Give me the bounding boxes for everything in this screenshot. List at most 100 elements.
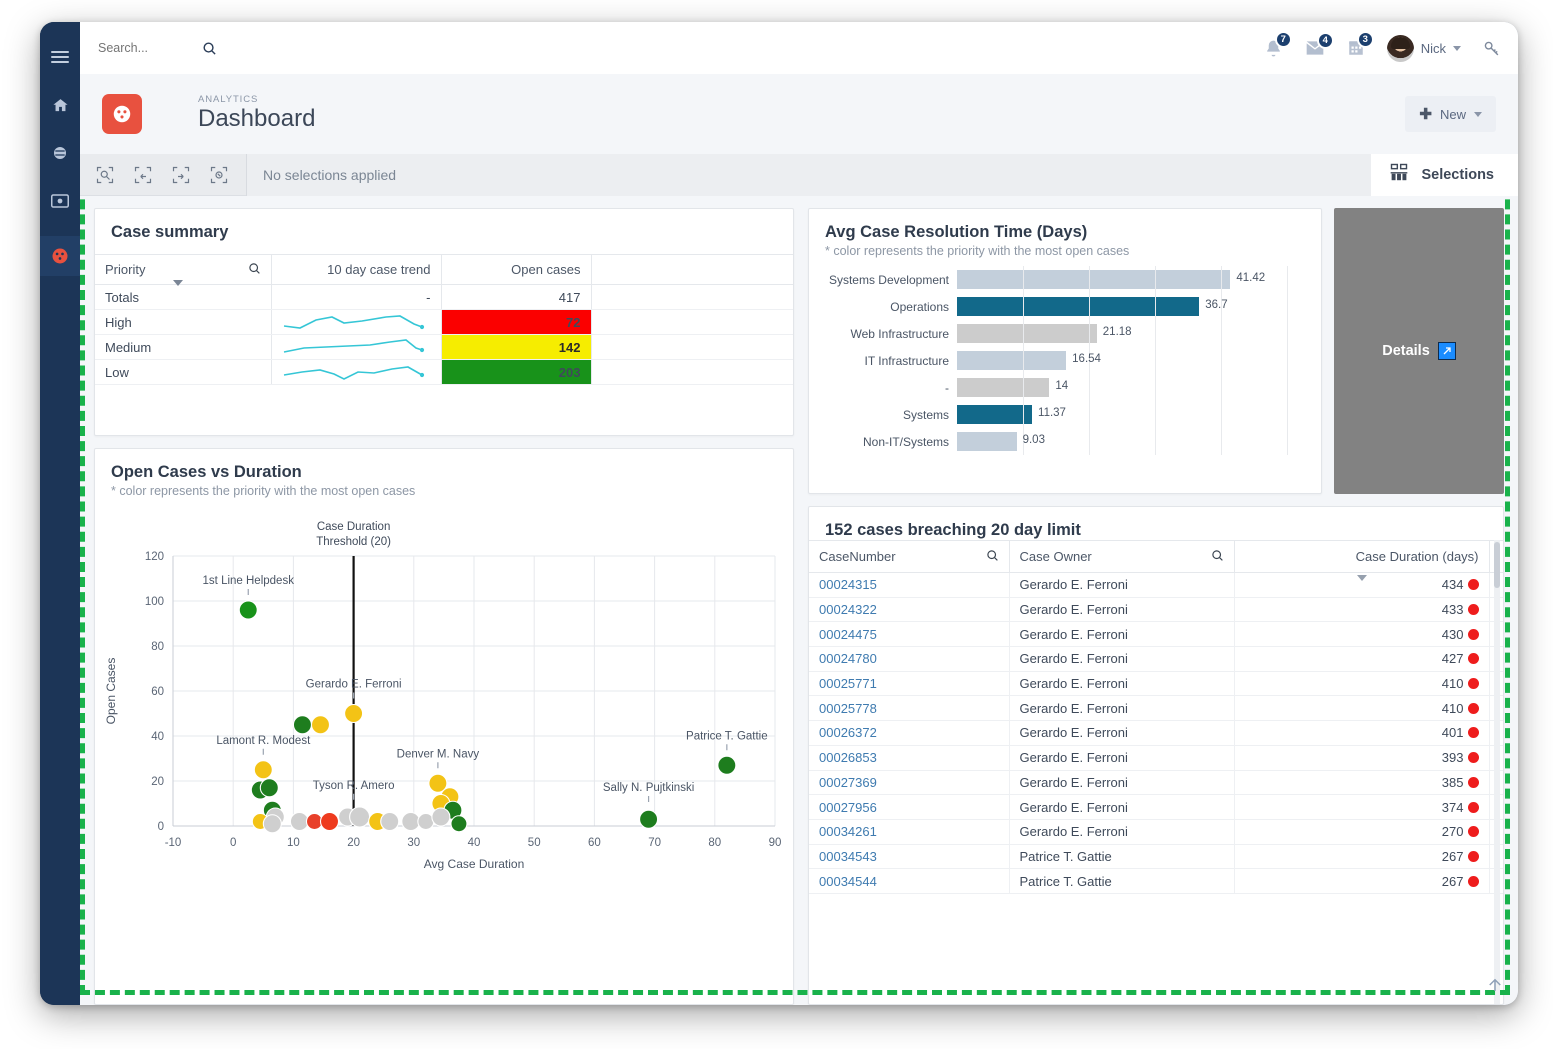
details-panel[interactable]: Details: [1334, 208, 1504, 494]
scatter-point[interactable]: [260, 779, 278, 797]
notifications-button[interactable]: 7: [1264, 39, 1283, 58]
table-row[interactable]: 00027369Gerardo E. Ferroni385: [809, 770, 1503, 795]
bar-fill[interactable]: [957, 270, 1230, 289]
table-row[interactable]: 00024315Gerardo E. Ferroni434: [809, 573, 1503, 598]
table-row[interactable]: 00025778Gerardo E. Ferroni410: [809, 696, 1503, 721]
scatter-svg[interactable]: 020406080100120-100102030405060708090Avg…: [95, 498, 793, 888]
scrollbar-thumb[interactable]: [1494, 542, 1500, 588]
table-row[interactable]: 00024475Gerardo E. Ferroni430: [809, 622, 1503, 647]
case-number-link[interactable]: 00024475: [819, 627, 877, 642]
table-row[interactable]: 00034543Patrice T. Gattie267: [809, 844, 1503, 869]
bar-chart-body[interactable]: Systems Development41.42Operations36.7We…: [809, 258, 1321, 493]
user-menu[interactable]: Nick: [1387, 35, 1461, 62]
case-number-link[interactable]: 00025771: [819, 676, 877, 691]
cell-case-number[interactable]: 00024315: [809, 573, 1009, 598]
case-number-link[interactable]: 00027369: [819, 775, 877, 790]
case-number-link[interactable]: 00024780: [819, 651, 877, 666]
priority-search-icon[interactable]: [248, 262, 261, 278]
case-number-link[interactable]: 00034543: [819, 849, 877, 864]
search-box[interactable]: [98, 41, 248, 56]
table-row[interactable]: High 72: [95, 310, 793, 335]
case-number-link[interactable]: 00025778: [819, 701, 877, 716]
mail-button[interactable]: 4: [1305, 40, 1325, 56]
step-forward-icon[interactable]: [170, 164, 192, 186]
logout-button[interactable]: [1483, 40, 1500, 57]
bar-row[interactable]: Operations36.7: [809, 293, 1311, 320]
scatter-point[interactable]: [718, 756, 736, 774]
scatter-point[interactable]: [402, 813, 420, 831]
calendar-button[interactable]: 3: [1347, 39, 1365, 57]
table-row[interactable]: Low 203: [95, 360, 793, 385]
bar-fill[interactable]: [957, 378, 1049, 397]
sidebar-item-home[interactable]: [47, 92, 73, 118]
scatter-point[interactable]: [345, 705, 363, 723]
col-case-number[interactable]: CaseNumber: [809, 541, 1009, 573]
scatter-plot[interactable]: 020406080100120-100102030405060708090Avg…: [95, 498, 793, 1004]
case-number-link[interactable]: 00034261: [819, 824, 877, 839]
scatter-point[interactable]: [293, 716, 311, 734]
sidebar-item-globe[interactable]: [47, 140, 73, 166]
table-row[interactable]: 00024780Gerardo E. Ferroni427: [809, 647, 1503, 672]
cell-case-number[interactable]: 00025771: [809, 671, 1009, 696]
bar-row[interactable]: Systems11.37: [809, 401, 1311, 428]
bar-fill[interactable]: [957, 432, 1017, 451]
chevron-down-icon[interactable]: [1474, 112, 1482, 117]
clear-selections-icon[interactable]: [208, 164, 230, 186]
bar-row[interactable]: IT Infrastructure16.54: [809, 347, 1311, 374]
bar-fill[interactable]: [957, 324, 1097, 343]
col-case-owner[interactable]: Case Owner: [1009, 541, 1234, 573]
bar-fill[interactable]: [957, 405, 1032, 424]
table-row[interactable]: 00034261Gerardo E. Ferroni270: [809, 819, 1503, 844]
bar-row[interactable]: -14: [809, 374, 1311, 401]
col-open-cases[interactable]: Open cases: [441, 255, 591, 285]
case-number-link[interactable]: 00026853: [819, 750, 877, 765]
scrollbar-track[interactable]: [1494, 540, 1500, 1004]
cell-case-number[interactable]: 00034543: [809, 844, 1009, 869]
cell-case-number[interactable]: 00025778: [809, 696, 1009, 721]
col-priority[interactable]: Priority: [95, 255, 271, 285]
search-input[interactable]: [98, 41, 202, 55]
table-row[interactable]: 00025771Gerardo E. Ferroni410: [809, 671, 1503, 696]
col-case-duration[interactable]: Case Duration (days): [1234, 541, 1489, 573]
cell-case-number[interactable]: 00026853: [809, 745, 1009, 770]
cell-case-number[interactable]: 00024322: [809, 597, 1009, 622]
bar-row[interactable]: Non-IT/Systems9.03: [809, 428, 1311, 455]
col-trend[interactable]: 10 day case trend: [271, 255, 441, 285]
case-number-link[interactable]: 00034544: [819, 874, 877, 889]
scatter-point[interactable]: [254, 761, 272, 779]
scatter-point[interactable]: [290, 813, 308, 831]
scatter-point[interactable]: [432, 808, 450, 826]
scatter-point[interactable]: [321, 813, 339, 831]
chevron-down-icon[interactable]: [1453, 46, 1461, 51]
new-button[interactable]: ✚ New: [1405, 96, 1496, 132]
search-icon[interactable]: [202, 41, 217, 56]
cell-case-number[interactable]: 00034544: [809, 869, 1009, 894]
scatter-point[interactable]: [263, 815, 281, 833]
table-row[interactable]: Totals - 417: [95, 285, 793, 310]
cell-case-number[interactable]: 00026372: [809, 721, 1009, 746]
hamburger-icon[interactable]: [47, 44, 73, 70]
case-number-search-icon[interactable]: [986, 549, 999, 565]
scroll-to-top-icon[interactable]: [1486, 974, 1504, 1001]
selection-search-icon[interactable]: [94, 164, 116, 186]
selections-button[interactable]: Selections: [1371, 154, 1518, 196]
case-number-link[interactable]: 00027956: [819, 800, 877, 815]
scatter-point[interactable]: [451, 816, 467, 832]
cell-case-number[interactable]: 00027956: [809, 795, 1009, 820]
case-owner-search-icon[interactable]: [1211, 549, 1224, 565]
cases-table-scroll[interactable]: CaseNumber: [809, 540, 1503, 1004]
scatter-point[interactable]: [350, 807, 370, 827]
cell-case-number[interactable]: 00024780: [809, 647, 1009, 672]
cell-case-number[interactable]: 00024475: [809, 622, 1009, 647]
table-row[interactable]: Medium 142: [95, 335, 793, 360]
table-row[interactable]: 00034544Patrice T. Gattie267: [809, 869, 1503, 894]
table-row[interactable]: 00024322Gerardo E. Ferroni433: [809, 597, 1503, 622]
scatter-point[interactable]: [640, 810, 658, 828]
step-back-icon[interactable]: [132, 164, 154, 186]
case-number-link[interactable]: 00024315: [819, 577, 877, 592]
case-number-link[interactable]: 00024322: [819, 602, 877, 617]
scatter-point[interactable]: [239, 601, 257, 619]
bar-row[interactable]: Systems Development41.42: [809, 266, 1311, 293]
scatter-point[interactable]: [311, 716, 329, 734]
sidebar-item-billing[interactable]: [47, 188, 73, 214]
